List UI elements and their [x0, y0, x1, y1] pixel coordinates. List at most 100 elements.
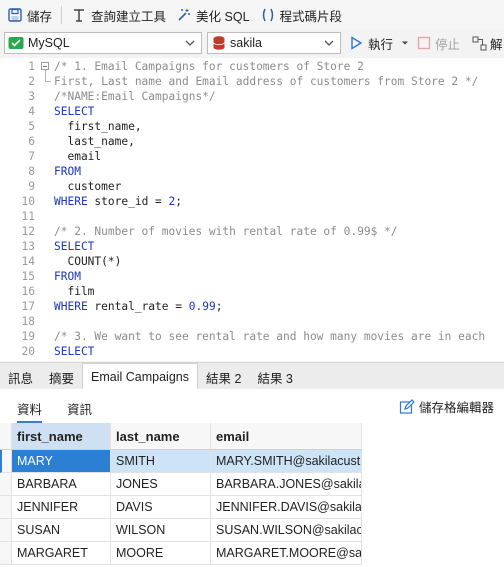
save-button[interactable]: 儲存 [4, 2, 55, 28]
column-header[interactable]: last_name [111, 423, 211, 450]
editor-line[interactable]: 13 SELECT [0, 239, 504, 254]
row-indicator[interactable] [0, 450, 12, 473]
editor-line[interactable]: 3 /*NAME:Email Campaigns*/ [0, 89, 504, 104]
tab-info[interactable]: 資訊 [67, 399, 92, 418]
editor-line[interactable]: 5 first_name, [0, 119, 504, 134]
code-snippet-label: 程式碼片段 [279, 9, 343, 24]
editor-line[interactable]: 6 last_name, [0, 134, 504, 149]
column-header[interactable]: first_name [12, 423, 111, 450]
dropdown-arrow-icon[interactable] [400, 38, 410, 48]
code-token: /*NAME:Email Campaigns*/ [54, 90, 216, 103]
table-row[interactable]: MARGARET MOORE MARGARET.MOORE@sa [0, 542, 362, 565]
code-token: /* 2. Number of movies with rental rate … [54, 225, 398, 238]
editor-line[interactable]: 17 WHERE rental_rate = 0.99; [0, 299, 504, 314]
row-indicator[interactable] [0, 542, 12, 565]
save-label: 儲存 [27, 9, 53, 24]
parentheses-icon [262, 8, 273, 22]
editor-line[interactable]: 12 /* 2. Number of movies with rental rat… [0, 224, 504, 239]
table-cell[interactable]: MARGARET [12, 542, 111, 565]
editor-line[interactable]: 9 customer [0, 179, 504, 194]
connection-select[interactable]: MySQL [4, 32, 202, 54]
fold-toggle-icon[interactable] [41, 62, 49, 70]
query-builder-icon [74, 9, 85, 22]
form-editor-button[interactable]: 儲存格編輯器 [399, 397, 494, 416]
stop-button[interactable]: 停止 [417, 32, 460, 54]
table-cell[interactable]: JONES [111, 473, 211, 496]
editor-line[interactable]: 10 WHERE store_id = 2; [0, 194, 504, 209]
editor-line[interactable]: 1 /* 1. Email Campaigns for customers of … [0, 59, 504, 74]
editor-line[interactable]: 15 FROM [0, 269, 504, 284]
table-cell[interactable]: MARGARET.MOORE@sa [211, 542, 362, 565]
tab-data[interactable]: 資料 [17, 399, 43, 423]
table-cell[interactable]: JENNIFER [12, 496, 111, 519]
result-tab[interactable]: 摘要 [41, 365, 82, 389]
result-tab[interactable]: 結果 3 [249, 365, 300, 389]
table-cell[interactable]: BARBARA [12, 473, 111, 496]
table-cell[interactable]: DAVIS [111, 496, 211, 519]
table-row[interactable]: JENNIFER DAVIS JENNIFER.DAVIS@sakilac [0, 496, 362, 519]
database-select[interactable]: sakila [207, 32, 341, 54]
table-cell[interactable]: SMITH [111, 450, 211, 473]
run-button[interactable]: 執行 [348, 32, 410, 54]
row-indicator-header [0, 423, 12, 450]
line-number: 19 [21, 330, 35, 343]
result-tab[interactable]: Email Campaigns [82, 363, 198, 389]
editor-line[interactable]: 14 COUNT(*) [0, 254, 504, 269]
table-cell[interactable]: JENNIFER.DAVIS@sakilac [211, 496, 362, 519]
code-token: email [54, 150, 102, 163]
grid-header-row: first_name last_name email [0, 423, 362, 450]
editor-line[interactable]: 4 SELECT [0, 104, 504, 119]
table-row[interactable]: SUSAN WILSON SUSAN.WILSON@sakilac [0, 519, 362, 542]
result-tab[interactable]: 訊息 [0, 365, 41, 389]
row-indicator[interactable] [0, 496, 12, 519]
results-grid: first_name last_name email MARY SMITH MARY.SM… [0, 423, 504, 567]
main-toolbar: 儲存 查詢建立工具 美化 SQL 程式碼片段 [0, 0, 504, 30]
code-text: COUNT(*) [54, 254, 121, 269]
chevron-down-icon [324, 40, 334, 46]
query-builder-label: 查詢建立工具 [91, 9, 167, 24]
sql-editor[interactable]: 1 /* 1. Email Campaigns for customers of … [0, 58, 504, 361]
code-text: FROM [54, 269, 81, 284]
beautify-sql-label: 美化 SQL [196, 9, 250, 24]
table-cell[interactable]: SUSAN [12, 519, 111, 542]
column-header[interactable]: email [211, 423, 362, 450]
code-token: WHERE [54, 195, 88, 208]
code-token: COUNT(*) [54, 255, 122, 268]
line-number: 7 [28, 150, 35, 163]
table-cell[interactable]: MOORE [111, 542, 211, 565]
beautify-sql-button[interactable]: 美化 SQL [173, 2, 253, 28]
line-number: 6 [28, 135, 35, 148]
code-text: email [54, 149, 101, 164]
explain-button[interactable]: 解 [472, 32, 503, 54]
table-cell[interactable]: MARY.SMITH@sakilacust [211, 450, 362, 473]
editor-line[interactable]: 18 [0, 314, 504, 329]
code-text: SELECT [54, 104, 94, 119]
editor-line[interactable]: 8 FROM [0, 164, 504, 179]
line-number: 11 [21, 210, 35, 223]
table-cell[interactable]: MARY [12, 450, 111, 473]
chevron-down-icon [185, 40, 195, 46]
code-snippet-button[interactable]: 程式碼片段 [257, 2, 346, 28]
code-text: First, Last name and Email address of cu… [54, 74, 478, 89]
editor-line[interactable]: 11 [0, 209, 504, 224]
table-row[interactable]: BARBARA JONES BARBARA.JONES@sakila [0, 473, 362, 496]
table-cell[interactable]: SUSAN.WILSON@sakilac [211, 519, 362, 542]
table-cell[interactable]: WILSON [111, 519, 211, 542]
editor-line[interactable]: 16 film [0, 284, 504, 299]
row-indicator[interactable] [0, 473, 12, 496]
editor-line[interactable]: 2 First, Last name and Email address of c… [0, 74, 504, 89]
editor-line[interactable]: 19 /* 3. We want to see rental rate and h… [0, 329, 504, 344]
code-text: customer [54, 179, 121, 194]
table-cell[interactable]: BARBARA.JONES@sakila [211, 473, 362, 496]
query-builder-button[interactable]: 查詢建立工具 [68, 2, 169, 28]
code-token: /* 3. We want to see rental rate and how… [54, 330, 486, 343]
code-text: last_name, [54, 134, 134, 149]
result-tab[interactable]: 結果 2 [198, 365, 249, 389]
code-token: ; [215, 300, 223, 313]
explain-icon [472, 36, 487, 50]
row-indicator[interactable] [0, 519, 12, 542]
editor-line[interactable]: 7 email [0, 149, 504, 164]
table-row[interactable]: MARY SMITH MARY.SMITH@sakilacust [0, 450, 362, 473]
editor-line[interactable]: 20 SELECT [0, 344, 504, 359]
line-number: 14 [21, 255, 35, 268]
